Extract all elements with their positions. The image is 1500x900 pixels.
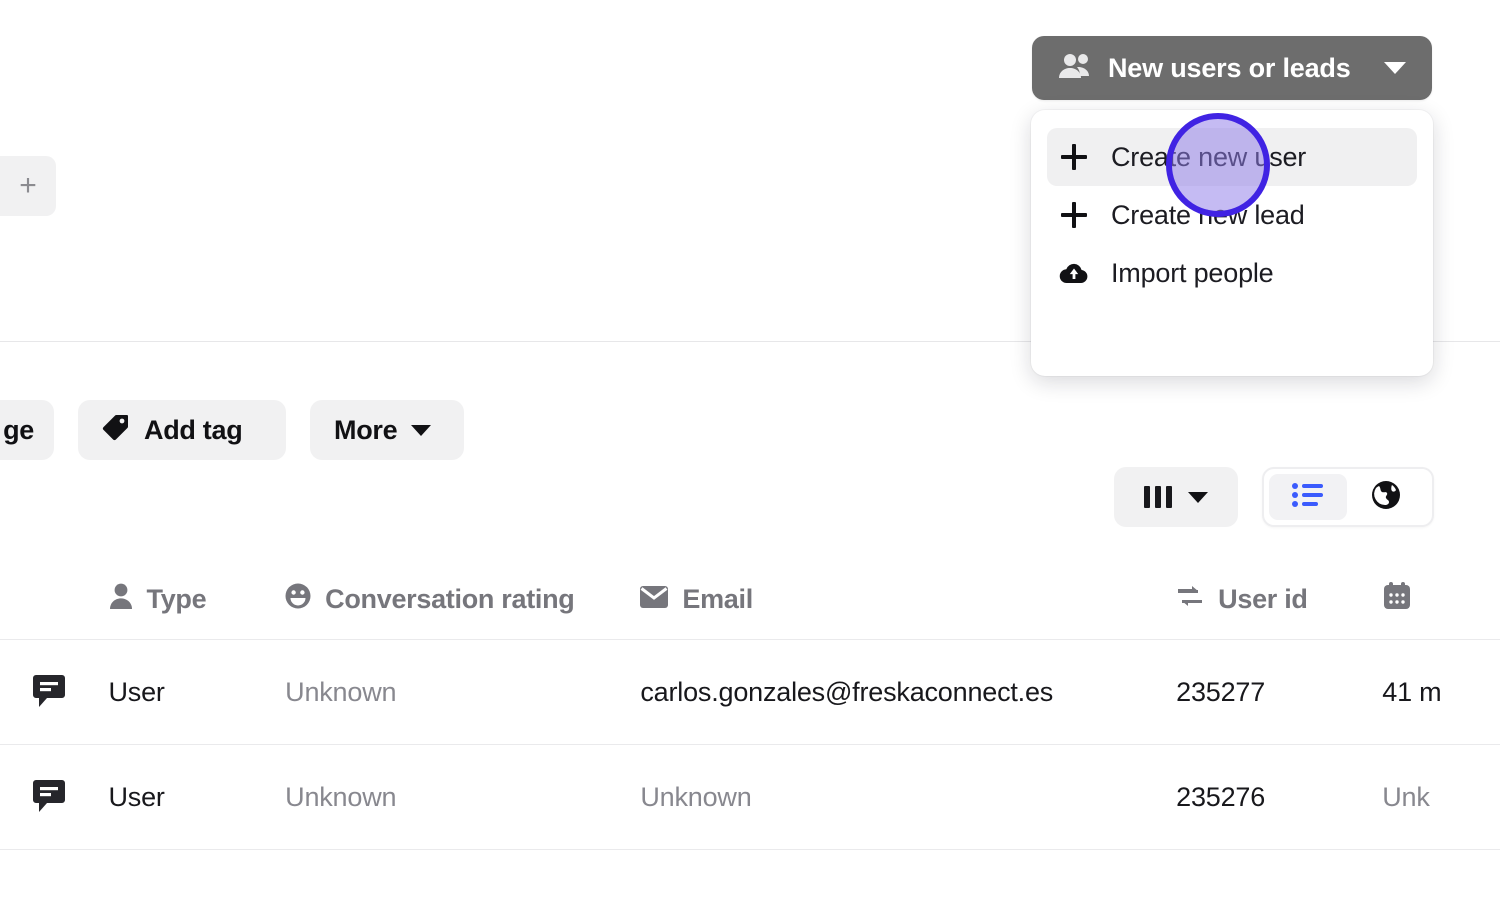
cell-user-id: 235277 [1176,677,1382,708]
add-tag-button[interactable]: Add tag [78,400,286,460]
column-header-user-id[interactable]: User id [1176,584,1382,615]
smiley-icon [285,583,311,616]
chat-bubble-icon [16,778,109,816]
add-button[interactable]: + [0,156,56,216]
list-icon [1292,482,1324,513]
tag-icon [102,413,130,448]
cell-conversation-rating: Unknown [285,782,640,813]
chat-bubble-icon [16,673,109,711]
message-label: ge [3,415,34,446]
more-button[interactable]: More [310,400,464,460]
cell-type: User [109,782,286,813]
cursor-click-highlight [1166,113,1270,217]
person-icon [109,583,133,616]
cell-conversation-rating: Unknown [285,677,640,708]
cell-email: carlos.gonzales@freskaconnect.es [640,677,1176,708]
envelope-icon [640,584,668,615]
map-view-button[interactable] [1347,474,1425,520]
sort-arrows-icon [1176,584,1204,615]
columns-button[interactable] [1114,467,1238,527]
table-header-row: Type Conversation rating [0,560,1500,640]
cell-user-id: 235276 [1176,782,1382,813]
column-header-label: Conversation rating [325,584,574,615]
plus-icon [1059,144,1089,170]
table-row[interactable]: User Unknown Unknown 235276 Unk [0,745,1500,850]
column-header-conversation-rating[interactable]: Conversation rating [285,583,640,616]
cell-email: Unknown [640,782,1176,813]
cell-date: Unk [1382,782,1500,813]
more-label: More [334,415,397,446]
menu-item-import-people[interactable]: Import people [1047,244,1417,302]
list-view-button[interactable] [1269,474,1347,520]
globe-icon [1371,480,1401,515]
calendar-icon [1382,581,1412,618]
new-users-or-leads-label: New users or leads [1108,53,1351,84]
columns-icon [1144,486,1172,508]
cloud-upload-icon [1059,261,1089,285]
new-users-or-leads-button[interactable]: New users or leads [1032,36,1432,100]
column-header-date[interactable] [1382,581,1500,618]
column-header-label: Type [147,584,207,615]
column-header-type[interactable]: Type [109,583,286,616]
app-root: + New users or leads Create new user Cre… [0,0,1500,900]
menu-item-label: Import people [1111,258,1274,289]
chevron-down-icon [411,425,431,436]
people-table: Type Conversation rating [0,560,1500,850]
chevron-down-icon [1188,492,1208,503]
column-header-label: Email [682,584,753,615]
people-icon [1058,53,1092,84]
plus-icon [1059,202,1089,228]
chevron-down-icon [1384,62,1406,74]
add-tag-label: Add tag [144,415,242,446]
column-header-email[interactable]: Email [640,584,1176,615]
cell-date: 41 m [1382,677,1500,708]
message-button[interactable]: ge [0,400,54,460]
column-header-label: User id [1218,584,1307,615]
table-row[interactable]: User Unknown carlos.gonzales@freskaconne… [0,640,1500,745]
cell-type: User [109,677,286,708]
plus-icon: + [5,171,37,201]
view-toggle [1262,467,1434,527]
